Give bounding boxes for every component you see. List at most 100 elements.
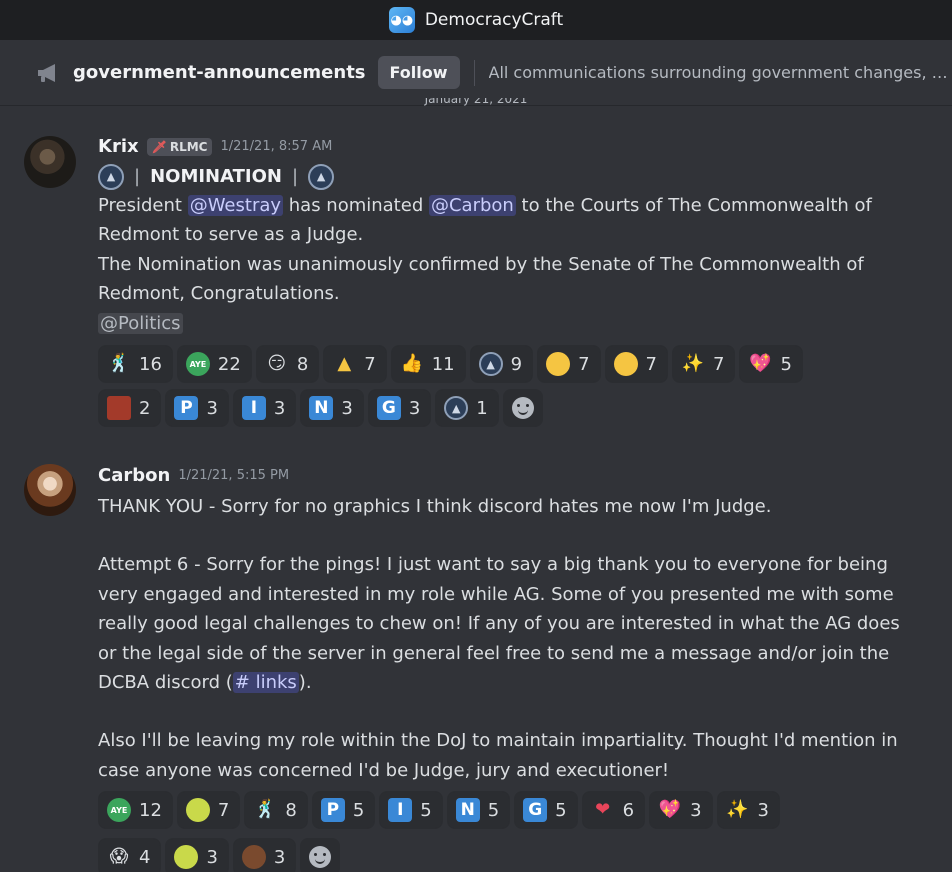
reaction[interactable]: ▲ 7 (323, 345, 387, 383)
aye-emoji-icon: AYE (107, 798, 131, 822)
viking-emoji-icon: 😱 (109, 846, 129, 867)
mention-carbon[interactable]: @Carbon (428, 195, 516, 216)
reaction[interactable]: ❤ 6 (581, 791, 646, 829)
reaction-count: 7 (364, 353, 376, 375)
reaction-count: 16 (139, 353, 162, 375)
reaction-count: 3 (206, 846, 218, 868)
date-divider: January 21, 2021 (424, 98, 528, 106)
seal-icon: ▲ (308, 163, 335, 190)
reaction[interactable]: 💖 3 (649, 791, 713, 829)
app-logo-icon: ◕◕ (388, 7, 415, 33)
sparkles-emoji-icon: ✨ (726, 799, 749, 820)
reaction[interactable]: I5 (379, 791, 443, 829)
add-reaction-icon (511, 397, 534, 419)
reaction[interactable]: 7 (537, 345, 601, 383)
reaction[interactable]: ✨ 7 (671, 345, 736, 383)
tennis-emoji-icon (185, 798, 210, 822)
grimace-emoji-icon (546, 352, 571, 376)
reaction[interactable]: ▲ 9 (469, 345, 534, 383)
reaction[interactable]: N3 (300, 389, 364, 427)
message-paragraph: THANK YOU - Sorry for no graphics I thin… (98, 496, 772, 517)
sword-icon: 🗡 (151, 139, 167, 154)
reaction-count: 1 (476, 397, 488, 419)
seal-icon: ▲ (98, 163, 124, 190)
reaction-count: 3 (341, 397, 353, 419)
guy-emoji-icon (241, 845, 266, 869)
reaction-count: 2 (139, 397, 151, 419)
aye-emoji-icon: AYE (185, 352, 210, 376)
reaction[interactable]: 2 (98, 389, 162, 427)
reaction[interactable]: P5 (311, 791, 376, 829)
reactions-row: 😱 4 3 3 (98, 838, 341, 872)
megaphone-icon (36, 62, 63, 84)
reaction-count: 8 (285, 799, 297, 821)
reaction[interactable]: G3 (367, 389, 432, 427)
reaction[interactable]: AYE 12 (98, 791, 173, 829)
reaction-count: 7 (578, 353, 590, 375)
letter-p-icon: P (320, 798, 345, 822)
reaction[interactable]: P3 (165, 389, 229, 427)
reaction-count: 22 (217, 353, 241, 375)
reactions-row: 2 P3 I3 N3 G3 ▲ 1 (98, 389, 543, 427)
reaction[interactable]: ▲ 1 (435, 389, 499, 427)
reaction-count: 5 (555, 799, 567, 821)
reaction[interactable]: ✨ 3 (716, 791, 780, 829)
text-span: ). (298, 672, 312, 694)
message-paragraph: President @Westray has nominated @Carbon… (98, 191, 908, 250)
mention-westray[interactable]: @Westray (187, 195, 284, 216)
avatar[interactable] (24, 136, 76, 188)
reaction[interactable]: 🕺 8 (244, 791, 308, 829)
person-emoji-icon: 🕺 (107, 353, 131, 374)
add-reaction-button[interactable] (502, 389, 543, 427)
letter-i-icon: I (241, 396, 266, 420)
reaction-count: 5 (420, 799, 432, 821)
reaction-count: 3 (408, 397, 421, 419)
reaction[interactable]: AYE 22 (176, 345, 252, 383)
reaction[interactable]: 3 (165, 838, 229, 872)
reaction[interactable]: G5 (514, 791, 578, 829)
channel-topic[interactable]: All communications surrounding governmen… (489, 63, 952, 82)
reaction-count: 3 (206, 397, 218, 419)
mention-politics[interactable]: @Politics (98, 312, 183, 334)
reaction[interactable]: 👍 11 (390, 345, 466, 383)
reaction[interactable]: 😏 8 (255, 345, 320, 383)
author-name[interactable]: Krix (98, 136, 139, 157)
letter-g-icon: G (376, 396, 401, 420)
reaction[interactable]: 3 (232, 838, 297, 872)
reaction[interactable]: I3 (232, 389, 297, 427)
text-span: has nominated (283, 195, 429, 216)
reaction[interactable]: 💖 5 (739, 345, 803, 383)
reaction[interactable]: 😱 4 (98, 838, 162, 872)
follow-button[interactable]: Follow (377, 56, 460, 89)
message-header: Krix 🗡 RLMC 1/21/21, 8:57 AM (98, 136, 332, 157)
reaction[interactable]: N5 (446, 791, 511, 829)
message-content: ▲ | NOMINATION | ▲ President @Westray ha… (98, 162, 908, 338)
role-tag-label: RLMC (169, 139, 208, 154)
reaction-count: 3 (690, 799, 702, 821)
red-heart-emoji-icon: ❤ (595, 799, 611, 820)
channel-name[interactable]: government-announcements (73, 62, 365, 83)
reaction[interactable]: 7 (604, 345, 668, 383)
reaction-count: 7 (217, 799, 230, 821)
sparkling-heart-emoji-icon: 💖 (749, 353, 772, 374)
letter-n-icon: N (309, 396, 334, 420)
reaction-count: 7 (645, 353, 657, 375)
add-reaction-button[interactable] (300, 838, 341, 872)
avatar[interactable] (24, 464, 76, 516)
reaction-count: 5 (487, 799, 500, 821)
reaction[interactable]: 7 (176, 791, 241, 829)
reactions-row: 🕺 16 AYE 22 😏 8 ▲ 7 👍 11 ▲ 9 7 7 ✨ 7 💖 5 (98, 345, 803, 383)
message-paragraph: Attempt 6 - Sorry for the pings! I just … (98, 550, 908, 697)
smirk-emoji-icon: 😏 (267, 353, 287, 374)
author-name[interactable]: Carbon (98, 465, 170, 486)
reaction[interactable]: 🕺 16 (98, 345, 173, 383)
channel-link-links[interactable]: # links (232, 672, 299, 694)
role-tag: 🗡 RLMC (146, 137, 213, 156)
grimace-alt-emoji-icon (613, 352, 638, 376)
reaction-count: 11 (431, 353, 455, 375)
reaction-count: 3 (273, 397, 286, 419)
thumbs-up-emoji-icon: 👍 (400, 353, 423, 374)
add-reaction-icon (309, 846, 332, 868)
person-emoji-icon: 🕺 (254, 799, 277, 820)
